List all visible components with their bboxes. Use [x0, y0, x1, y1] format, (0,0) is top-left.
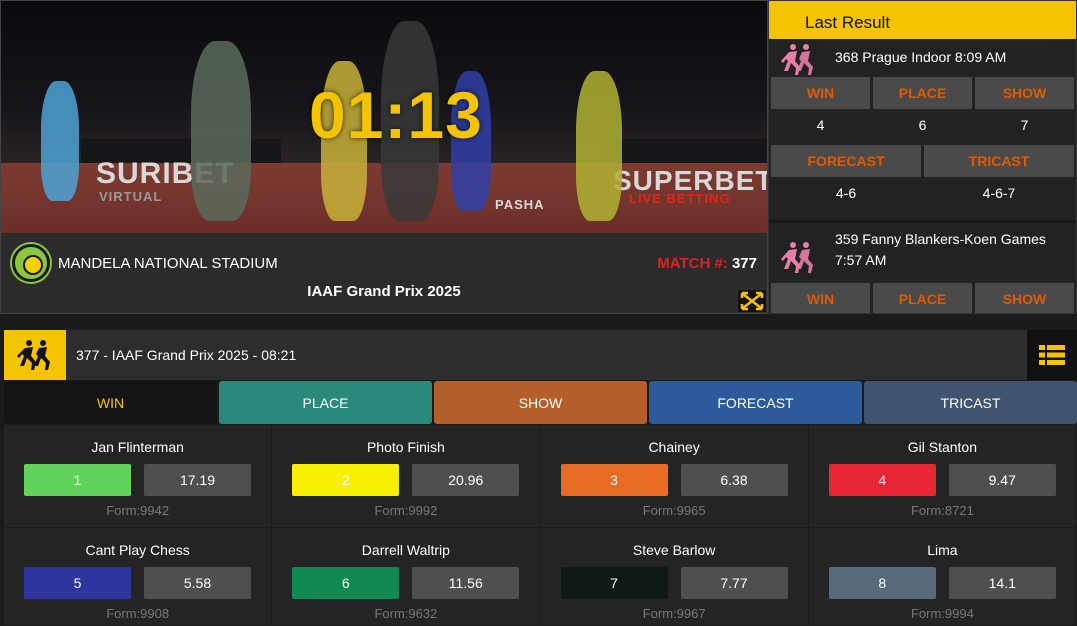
- runner-form: Form:9942: [106, 503, 170, 518]
- runner-card: Steve Barlow 7 7.77 Form:9967: [540, 528, 809, 626]
- odds-button[interactable]: 7.77: [680, 567, 788, 599]
- result-tricast-label: TRICAST: [924, 145, 1074, 177]
- runner-form: Form:9994: [910, 606, 974, 621]
- running-icon: [781, 242, 813, 273]
- tab-win[interactable]: WIN: [4, 381, 217, 424]
- runner-number-button[interactable]: 6: [292, 567, 400, 599]
- result-item: 368 Prague Indoor 8:09 AM WIN 4 PLACE 6 SH…: [769, 39, 1076, 209]
- superbet-tagline: LIVE BETTING: [629, 191, 731, 206]
- runner-name: Lima: [927, 542, 958, 558]
- runner-figure: [576, 71, 622, 221]
- result-show-value: 7: [1020, 117, 1029, 133]
- runner-card: Darrell Waltrip 6 11.56 Form:9632: [272, 528, 541, 626]
- running-icon: [17, 340, 50, 370]
- runner-name: Photo Finish: [366, 439, 445, 455]
- odds-button[interactable]: 20.96: [412, 464, 520, 496]
- runner-form: Form:9967: [642, 606, 706, 621]
- running-icon: [781, 44, 813, 75]
- match-number: MATCH #: 377: [657, 255, 757, 272]
- last-results-panel: Last Result 368 Prague Indoor 8:09 AM WI…: [768, 0, 1077, 314]
- result-item: 359 Fanny Blankers-Koen Games 7:57 AM WI…: [769, 223, 1076, 313]
- runner-number-button[interactable]: 3: [560, 464, 668, 496]
- odds-button[interactable]: 9.47: [948, 464, 1056, 496]
- race-video[interactable]: SURIBET VIRTUAL SUPERBET LIVE BETTING PA…: [1, 1, 767, 233]
- bet-type-tabs: WIN PLACE SHOW FORECAST TRICAST: [4, 381, 1077, 424]
- stadium-logo-icon: [12, 244, 50, 282]
- list-icon: [1039, 345, 1065, 365]
- runner-name: Cant Play Chess: [85, 542, 190, 558]
- runner-figure: [191, 41, 251, 221]
- result-show-label: SHOW: [975, 77, 1074, 109]
- runner-card: Jan Flinterman 1 17.19 Form:9942: [4, 425, 273, 528]
- result-place-label: PLACE: [873, 77, 972, 109]
- tab-show[interactable]: SHOW: [434, 381, 647, 424]
- runner-name: Jan Flinterman: [91, 439, 184, 455]
- event-title: IAAF Grand Prix 2025: [307, 283, 461, 300]
- runner-card: Lima 8 14.1 Form:9994: [808, 528, 1077, 626]
- result-win-value: 4: [816, 117, 825, 133]
- race-video-panel: SURIBET VIRTUAL SUPERBET LIVE BETTING PA…: [0, 0, 768, 314]
- runner-name: Chainey: [648, 439, 700, 455]
- runner-card: Photo Finish 2 20.96 Form:9992: [272, 425, 541, 528]
- menu-button[interactable]: [1027, 330, 1077, 380]
- runner-name: Steve Barlow: [632, 542, 716, 558]
- race-header: 377 - IAAF Grand Prix 2025 - 08:21: [4, 330, 1077, 380]
- odds-button[interactable]: 17.19: [144, 464, 251, 496]
- venue-bar: MANDELA NATIONAL STADIUM MATCH #: 377 IA…: [1, 233, 767, 313]
- expand-arrows-icon: [740, 291, 764, 311]
- match-number-label: MATCH #:: [657, 255, 728, 272]
- odds-button[interactable]: 14.1: [948, 567, 1056, 599]
- result-show-label: SHOW: [975, 283, 1074, 313]
- result-tricast-value: 4-6-7: [982, 185, 1016, 201]
- tab-place[interactable]: PLACE: [219, 381, 432, 424]
- result-place-label: PLACE: [873, 283, 972, 313]
- countdown-timer: 01:13: [309, 78, 483, 152]
- runners-grid: Jan Flinterman 1 17.19 Form:9942 Photo F…: [4, 425, 1077, 626]
- result-forecast-value: 4-6: [835, 185, 857, 201]
- runner-number-button[interactable]: 1: [24, 464, 131, 496]
- match-number-value: 377: [731, 255, 757, 272]
- runner-form: Form:9965: [642, 503, 706, 518]
- runner-card: Chainey 3 6.38 Form:9965: [540, 425, 809, 528]
- runner-form: Form:9632: [374, 606, 438, 621]
- result-title: 359 Fanny Blankers-Koen Games 7:57 AM: [835, 231, 1046, 268]
- runner-form: Form:8721: [910, 503, 974, 518]
- runner-form: Form:9908: [106, 606, 170, 621]
- result-forecast-label: FORECAST: [771, 145, 921, 177]
- race-title: 377 - IAAF Grand Prix 2025 - 08:21: [76, 347, 297, 363]
- runner-form: Form:9992: [374, 503, 438, 518]
- odds-button[interactable]: 5.58: [144, 567, 251, 599]
- runner-card: Cant Play Chess 5 5.58 Form:9908: [4, 528, 273, 626]
- venue-name: MANDELA NATIONAL STADIUM: [58, 255, 278, 272]
- result-win-label: WIN: [771, 77, 870, 109]
- runner-number-button[interactable]: 8: [828, 567, 936, 599]
- result-title: 368 Prague Indoor 8:09 AM: [835, 49, 1007, 65]
- runner-number-button[interactable]: 4: [828, 464, 936, 496]
- runner-figure: [41, 81, 79, 201]
- tab-forecast[interactable]: FORECAST: [649, 381, 862, 424]
- result-win-label: WIN: [771, 283, 870, 313]
- fullscreen-button[interactable]: [737, 289, 767, 313]
- odds-button[interactable]: 11.56: [412, 567, 520, 599]
- odds-button[interactable]: 6.38: [680, 464, 788, 496]
- pasha-logo: PASHA: [495, 197, 545, 212]
- race-icon-box: [4, 330, 66, 380]
- result-place-value: 6: [918, 117, 927, 133]
- runner-number-button[interactable]: 7: [560, 567, 668, 599]
- suribet-tagline: VIRTUAL: [99, 189, 163, 204]
- runner-name: Gil Stanton: [907, 439, 977, 455]
- tab-tricast[interactable]: TRICAST: [864, 381, 1077, 424]
- runner-name: Darrell Waltrip: [361, 542, 450, 558]
- last-results-header: Last Result: [769, 1, 1076, 39]
- runner-card: Gil Stanton 4 9.47 Form:8721: [808, 425, 1077, 528]
- runner-number-button[interactable]: 5: [24, 567, 131, 599]
- runner-number-button[interactable]: 2: [292, 464, 400, 496]
